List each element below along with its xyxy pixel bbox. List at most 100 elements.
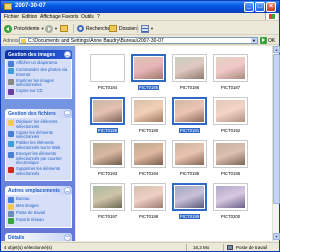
thumbnail-frame (90, 140, 125, 168)
folder-icon (4, 3, 12, 10)
place-network[interactable]: Favoris réseau (8, 217, 69, 224)
task-move[interactable]: Déplacer les éléments sélectionnés (8, 119, 69, 130)
publish-web-icon (8, 141, 14, 148)
thumbnail-item[interactable]: PICT0196 (213, 140, 251, 178)
scroll-up-icon[interactable]: ▲ (273, 46, 280, 53)
thumbnail-item[interactable]: PICT0187 (213, 54, 251, 92)
cd-icon (8, 89, 14, 96)
panel-other-places: Autres emplacements ︽ Bureau Mes images … (5, 186, 72, 228)
thumbnail-item[interactable]: PICT0194 (131, 140, 169, 178)
folders-button[interactable]: Dossiers (109, 24, 138, 33)
task-delete[interactable]: Supprimer les éléments sélectionnés (8, 166, 69, 177)
panel-header[interactable]: Gestion des images ︽ (5, 50, 72, 59)
menu-affichage[interactable]: Affichage (40, 14, 61, 20)
panel-body: Bureau Mes images Poste de travail Favor… (5, 195, 72, 228)
address-dropdown-icon[interactable]: ▼ (251, 38, 257, 43)
photo-image (93, 100, 122, 122)
thumbnail-frame (213, 97, 248, 125)
toolbar: Précédente ▼ ▼ Rechercher Dossiers ▼ (1, 22, 279, 35)
back-dropdown-icon[interactable]: ▼ (41, 26, 45, 31)
thumbnail-caption: PICT0195 (179, 171, 200, 176)
thumbnail-frame (131, 183, 166, 211)
status-bar: 4 objet(s) sélectionné(s) 16,3 Mo Poste … (1, 242, 279, 251)
views-button[interactable]: ▼ (141, 24, 154, 33)
title-bar[interactable]: 2007-30-07 _ □ × (1, 1, 279, 13)
vertical-scrollbar[interactable]: ▲ ▼ (272, 46, 280, 241)
collapse-icon[interactable]: ︽ (64, 110, 71, 117)
expand-icon[interactable]: ︾ (64, 234, 71, 241)
thumbnail-item[interactable]: PICT0191 (172, 97, 210, 135)
go-button[interactable]: OK (260, 37, 275, 44)
thumbnail-view[interactable]: PICT0184 PICT0185 PICT0186 PICT0187 PICT… (76, 46, 272, 241)
forward-button[interactable]: ▼ (45, 24, 58, 33)
views-dropdown-icon[interactable]: ▼ (150, 26, 154, 31)
thumbnail-item[interactable]: PICT0186 (172, 54, 210, 92)
scroll-down-icon[interactable]: ▼ (273, 233, 280, 240)
window-title: 2007-30-07 (15, 3, 46, 9)
up-folder-button[interactable] (60, 24, 68, 33)
thumbnail-item[interactable]: PICT0189 (90, 97, 128, 135)
task-label: Favoris réseau (16, 217, 44, 222)
task-pane: Gestion des images ︽ Afficher un diapora… (1, 46, 75, 241)
address-path: C:\Documents and Settings\Anne Baudry\Bu… (28, 38, 164, 44)
delete-icon (8, 167, 14, 174)
thumbnail-caption: PICT0192 (220, 128, 241, 133)
thumbnail-item[interactable]: PICT0190 (131, 97, 169, 135)
scroll-thumb[interactable] (273, 54, 280, 204)
photo-image (216, 57, 245, 79)
thumbnail-caption: PICT0193 (97, 171, 118, 176)
thumbnail-item[interactable]: PICT0195 (172, 140, 210, 178)
toolbar-separator (137, 24, 138, 33)
close-button[interactable]: × (266, 2, 276, 12)
thumbnail-caption: PICT0200 (220, 214, 241, 219)
task-copy-cd[interactable]: Copier sur CD (8, 88, 69, 96)
thumbnail-frame (172, 140, 207, 168)
printer-icon (8, 78, 14, 85)
task-label: Publier les éléments sélectionnés sur le… (16, 140, 61, 150)
address-input[interactable]: C:\Documents and Settings\Anne Baudry\Bu… (19, 37, 258, 44)
thumbnail-item[interactable]: PICT0192 (213, 97, 251, 135)
panel-header[interactable]: Détails ︾ (5, 233, 72, 241)
forward-dropdown-icon[interactable]: ▼ (54, 26, 58, 31)
thumbnail-caption: PICT0194 (138, 171, 159, 176)
collapse-icon[interactable]: ︽ (64, 187, 71, 194)
menu-edition[interactable]: Edition (22, 14, 37, 20)
thumbnail-caption: PICT0196 (220, 171, 241, 176)
photo-image (134, 100, 163, 122)
maximize-button[interactable]: □ (255, 2, 265, 12)
thumbnail-frame (131, 54, 166, 82)
task-print[interactable]: Imprimer les images sélectionnées (8, 78, 69, 89)
thumbnail-item[interactable]: PICT0185 (131, 54, 169, 92)
panel-header[interactable]: Gestion des fichiers ︽ (5, 109, 72, 118)
menu-help[interactable]: ? (97, 14, 100, 20)
collapse-icon[interactable]: ︽ (64, 51, 71, 58)
menu-fichier[interactable]: Fichier (4, 14, 19, 20)
thumbnail-item[interactable]: PICT0184 (90, 54, 128, 92)
my-pictures-icon (8, 204, 14, 210)
panel-header[interactable]: Autres emplacements ︽ (5, 186, 72, 195)
network-icon (8, 218, 14, 224)
menu-outils[interactable]: Outils (81, 14, 94, 20)
go-label: OK (268, 37, 276, 44)
task-label: Poste de travail (16, 210, 45, 215)
task-email[interactable]: Envoyer les éléments sélectionnés par co… (8, 151, 69, 166)
task-order-prints[interactable]: Commander des photos via Internet (8, 67, 69, 78)
task-publish[interactable]: Publier les éléments sélectionnés sur le… (8, 140, 69, 151)
photo-image (134, 57, 163, 79)
toolbar-separator (73, 24, 74, 33)
panel-file-tasks: Gestion des fichiers ︽ Déplacer les élém… (5, 109, 72, 181)
panel-title: Détails (8, 235, 25, 241)
search-button[interactable]: Rechercher (77, 24, 112, 33)
minimize-button[interactable]: _ (244, 2, 254, 12)
photo-image (216, 100, 245, 122)
back-button[interactable]: Précédente ▼ (4, 24, 45, 33)
email-icon (8, 151, 14, 158)
thumbnail-item[interactable]: PICT0198 (131, 183, 169, 221)
thumbnail-item[interactable]: PICT0200 (213, 183, 251, 221)
menu-favoris[interactable]: Favoris (62, 14, 78, 20)
thumbnail-item[interactable]: PICT0193 (90, 140, 128, 178)
thumbnail-item[interactable]: PICT0199 (172, 183, 210, 221)
thumbnail-item[interactable]: PICT0197 (90, 183, 128, 221)
task-copy[interactable]: Copier les éléments sélectionnés (8, 130, 69, 141)
thumbnail-caption: PICT0198 (138, 214, 159, 219)
